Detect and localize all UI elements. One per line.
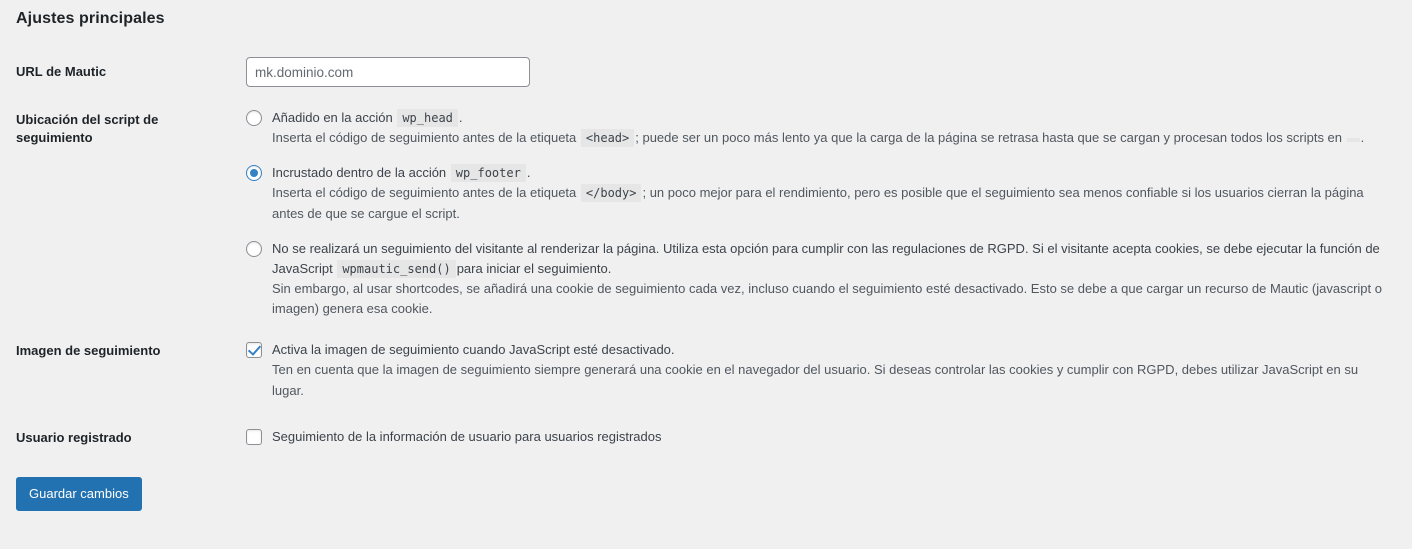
option-registered-user-label[interactable]: Seguimiento de la información de usuario… bbox=[272, 427, 1386, 447]
option-wp-head-text-before: Añadido en la acción bbox=[272, 110, 393, 125]
page-title: Ajustes principales bbox=[16, 10, 165, 27]
row-mautic-url: URL de Mautic bbox=[16, 43, 1396, 98]
mautic-url-input[interactable] bbox=[246, 57, 530, 87]
option-registered-user[interactable]: Seguimiento de la información de usuario… bbox=[246, 427, 1386, 447]
label-script-location: Ubicación del script de seguimiento bbox=[16, 112, 159, 145]
row-tracking-image: Imagen de seguimiento Activa la imagen d… bbox=[16, 330, 1396, 411]
option-tracking-image-label[interactable]: Activa la imagen de seguimiento cuando J… bbox=[272, 340, 1386, 360]
label-mautic-url: URL de Mautic bbox=[16, 64, 107, 79]
desc-wp-footer-before: Inserta el código de seguimiento antes d… bbox=[272, 185, 577, 201]
desc-wp-head-before: Inserta el código de seguimiento antes d… bbox=[272, 130, 577, 146]
desc-wp-head-middle: ; puede ser un poco más lento ya que la … bbox=[635, 130, 1343, 146]
code-wp-head: wp_head bbox=[397, 109, 458, 127]
cell-tracking-image: Activa la imagen de seguimiento cuando J… bbox=[246, 330, 1396, 411]
option-wp-footer-label[interactable]: Incrustado dentro de la acción wp_footer… bbox=[272, 163, 1386, 183]
radio-wp-footer[interactable] bbox=[246, 165, 262, 182]
code-head-tag-empty bbox=[1346, 138, 1360, 143]
checkbox-tracking-image[interactable] bbox=[246, 342, 262, 359]
cell-registered-user: Seguimiento de la información de usuario… bbox=[246, 412, 1396, 460]
option-tracking-image[interactable]: Activa la imagen de seguimiento cuando J… bbox=[246, 340, 1386, 400]
option-wp-footer-text-after: . bbox=[526, 165, 531, 181]
radio-no-tracking[interactable] bbox=[246, 240, 262, 257]
row-registered-user: Usuario registrado Seguimiento de la inf… bbox=[16, 412, 1396, 460]
option-wp-footer-text-before: Incrustado dentro de la acción bbox=[272, 165, 447, 181]
code-wpmautic-send: wpmautic_send() bbox=[337, 259, 456, 278]
checkbox-registered-user[interactable] bbox=[246, 428, 262, 445]
option-no-tracking-description: Sin embargo, al usar shortcodes, se añad… bbox=[272, 280, 1382, 317]
option-wp-footer[interactable]: Incrustado dentro de la acción wp_footer… bbox=[246, 163, 1386, 223]
code-wp-footer: wp_footer bbox=[450, 164, 526, 183]
option-wp-head-description: Inserta el código de seguimiento antes d… bbox=[272, 128, 1386, 148]
label-registered-user: Usuario registrado bbox=[16, 429, 132, 445]
cell-script-location: Añadido en la acción wp_head. Inserta el… bbox=[246, 98, 1396, 330]
option-no-tracking[interactable]: No se realizará un seguimiento del visit… bbox=[246, 239, 1386, 320]
option-no-tracking-label[interactable]: No se realizará un seguimiento del visit… bbox=[272, 239, 1386, 279]
settings-form-table: URL de Mautic Ubicación del script de se… bbox=[16, 43, 1396, 459]
option-wp-head-label[interactable]: Añadido en la acción wp_head. bbox=[272, 108, 1386, 128]
option-tracking-image-description: Ten en cuenta que la imagen de seguimien… bbox=[272, 362, 1359, 398]
row-script-location: Ubicación del script de seguimiento Añad… bbox=[16, 98, 1396, 330]
save-changes-button[interactable]: Guardar cambios bbox=[16, 477, 142, 512]
label-tracking-image: Imagen de seguimiento bbox=[16, 343, 161, 359]
settings-page: Ajustes principales URL de Mautic Ubicac… bbox=[0, 0, 1412, 549]
code-body-tag: </body> bbox=[580, 184, 642, 203]
option-no-tracking-text-after: para iniciar el seguimiento. bbox=[456, 260, 612, 276]
radio-wp-head[interactable] bbox=[246, 110, 262, 126]
cell-mautic-url bbox=[246, 43, 1396, 98]
code-head-tag: <head> bbox=[580, 129, 635, 148]
option-wp-head-text-after: . bbox=[458, 110, 463, 125]
desc-wp-head-after: . bbox=[1360, 130, 1365, 146]
submit-area: Guardar cambios bbox=[16, 459, 1396, 512]
option-wp-head[interactable]: Añadido en la acción wp_head. Inserta el… bbox=[246, 108, 1386, 148]
option-wp-footer-description: Inserta el código de seguimiento antes d… bbox=[272, 183, 1386, 223]
